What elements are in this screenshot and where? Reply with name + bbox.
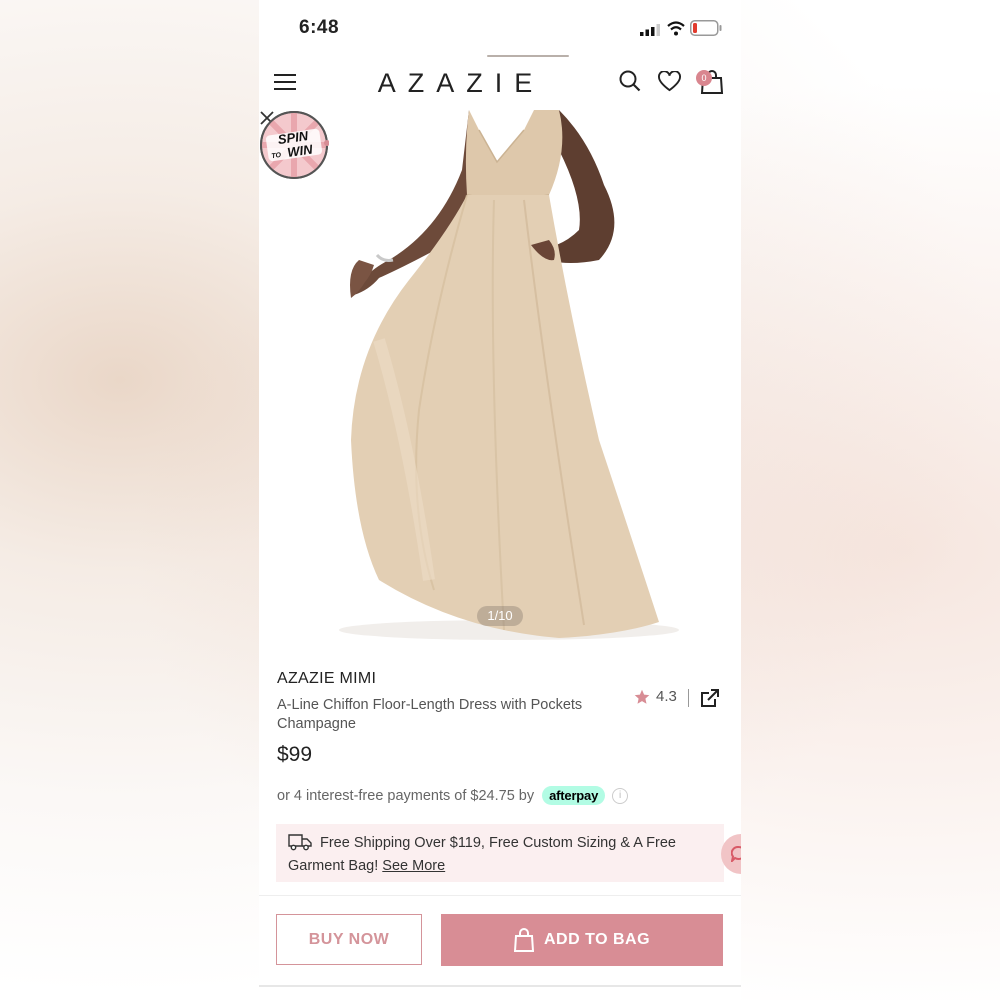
product-rating[interactable]: 4.3 (634, 688, 677, 705)
rating-divider (688, 689, 689, 707)
battery-icon (690, 20, 722, 36)
chat-button[interactable] (721, 834, 741, 874)
signal-icon (640, 24, 660, 36)
add-to-bag-button[interactable]: ADD TO BAG (441, 914, 723, 966)
afterpay-text: or 4 interest-free payments of $24.75 by (277, 787, 535, 804)
buy-now-button[interactable]: BUY NOW (276, 914, 422, 965)
search-icon[interactable] (619, 70, 641, 92)
bottom-divider (259, 985, 741, 987)
dress-photo (339, 110, 679, 640)
phone-screen: 6:48 AZAZIE 0 1/10 SPIN TO WIN AZAZIE MI… (259, 0, 741, 1000)
see-more-link[interactable]: See More (382, 858, 445, 874)
add-to-bag-label: ADD TO BAG (543, 931, 651, 948)
promo-text: Free Shipping Over $119, Free Custom Siz… (288, 832, 718, 878)
product-image[interactable]: 1/10 SPIN TO WIN (259, 110, 741, 655)
product-subtitle: A-Line Chiffon Floor-Length Dress with P… (277, 697, 583, 732)
info-icon[interactable]: i (612, 787, 629, 804)
share-icon[interactable] (700, 688, 720, 708)
status-time: 6:48 (299, 17, 340, 38)
afterpay-row: or 4 interest-free payments of $24.75 by… (277, 786, 629, 805)
badge-text-to: TO (271, 152, 282, 160)
promo-banner: Free Shipping Over $119, Free Custom Siz… (276, 824, 724, 882)
brand-logo[interactable]: AZAZIE (376, 68, 546, 99)
menu-icon[interactable] (274, 73, 296, 91)
product-price: $99 (277, 743, 313, 766)
chat-icon (731, 846, 741, 862)
sheet-handle[interactable] (487, 55, 569, 57)
purchase-bar: BUY NOW ADD TO BAG (259, 895, 741, 986)
bag-count-badge: 0 (696, 70, 712, 86)
image-pager: 1/10 (477, 606, 523, 626)
spin-to-win-badge[interactable]: SPIN TO WIN (259, 110, 329, 180)
site-header: AZAZIE 0 (259, 58, 741, 111)
star-icon (634, 689, 650, 704)
promo-message: Free Shipping Over $119, Free Custom Siz… (288, 835, 676, 874)
product-brand: AZAZIE MIMI (277, 670, 377, 687)
rating-value: 4.3 (656, 688, 677, 705)
heart-icon[interactable] (658, 71, 681, 92)
afterpay-badge[interactable]: afterpay (542, 786, 606, 805)
bag-icon (513, 928, 534, 952)
wifi-icon (667, 21, 685, 36)
